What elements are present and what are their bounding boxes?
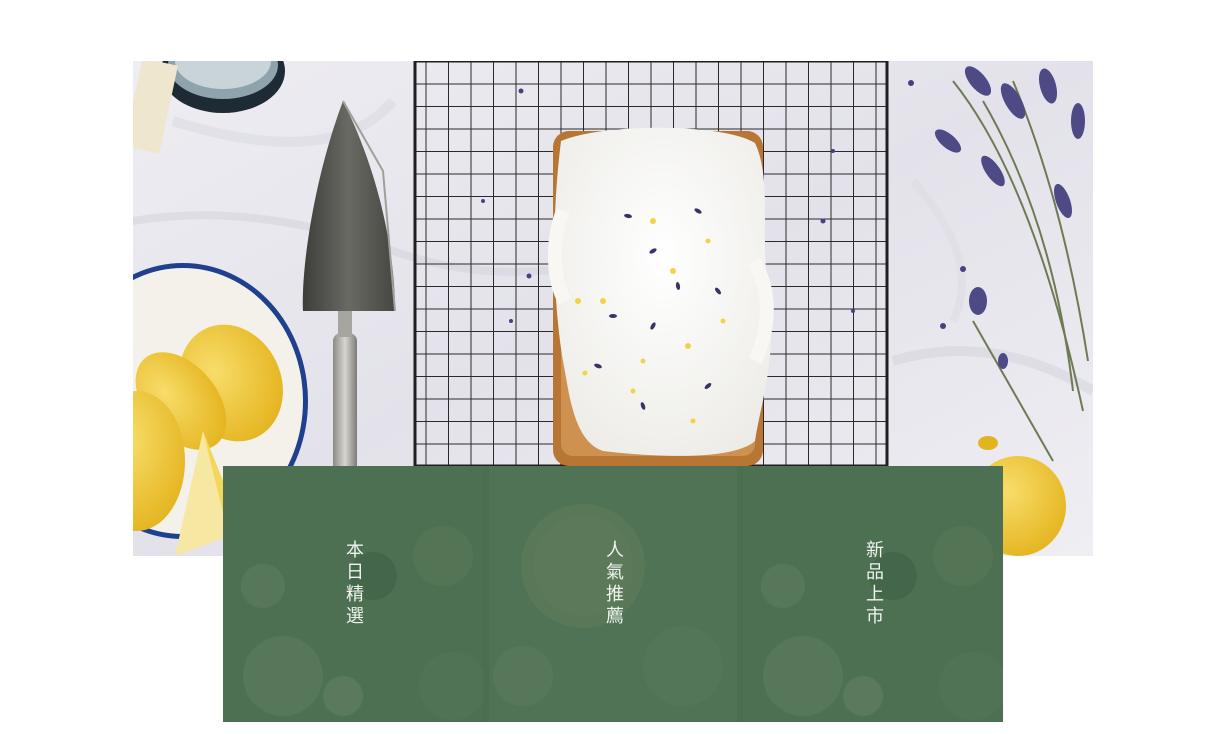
category-tile-daily-picks[interactable]: 本日精選 xyxy=(223,466,483,722)
page: 本日精選 人氣推薦 新品上市 xyxy=(0,0,1231,734)
category-tile-popular[interactable]: 人氣推薦 xyxy=(483,466,743,722)
category-tile-new-arrivals[interactable]: 新品上市 xyxy=(743,466,1003,722)
category-label: 本日精選 xyxy=(343,540,364,628)
category-label: 人氣推薦 xyxy=(603,540,624,628)
category-tiles: 本日精選 人氣推薦 新品上市 xyxy=(223,466,1003,722)
category-label: 新品上市 xyxy=(863,540,884,628)
